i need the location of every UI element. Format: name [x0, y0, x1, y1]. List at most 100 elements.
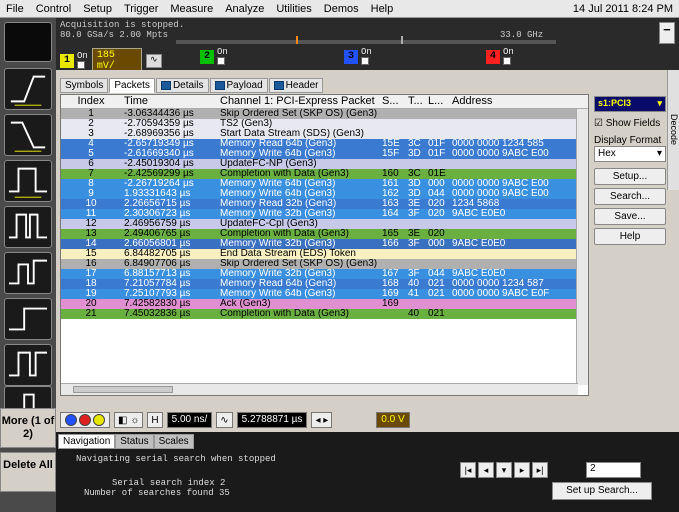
show-fields-checkbox[interactable]: ☑ Show Fields	[594, 118, 674, 129]
trigger-level-field[interactable]: 0.0 V	[376, 412, 410, 428]
save-button[interactable]: Save...	[594, 208, 666, 225]
edge-trigger-button[interactable]	[4, 68, 52, 110]
tab-status[interactable]: Status	[115, 434, 154, 449]
table-row[interactable]: 20 7.42582830 µs Ack (Gen3) 169	[61, 299, 588, 309]
channel-on[interactable]: On	[217, 48, 228, 66]
prev-icon[interactable]: ◂	[478, 462, 494, 478]
channel-on[interactable]: On	[361, 48, 372, 66]
table-row[interactable]: 13 2.49406765 µs Completion with Data (Gen…	[61, 229, 588, 239]
tab-payload[interactable]: Payload	[209, 78, 268, 93]
table-row[interactable]: 6 -2.45019304 µs UpdateFC-NP (Gen3)	[61, 159, 588, 169]
vertical-scrollbar[interactable]	[576, 109, 588, 385]
falling-edge-button[interactable]	[4, 114, 52, 156]
table-cell: 2.30306723 µs	[124, 209, 191, 219]
table-row[interactable]: 11 2.30306723 µs Memory Write 32b (Gen3) 16…	[61, 209, 588, 219]
position-field[interactable]: 5.2788871 µs	[236, 412, 308, 428]
decode-select[interactable]: s1:PCI3 ▾	[594, 96, 666, 112]
display-button[interactable]	[4, 22, 52, 62]
coupling-icon[interactable]: ∿	[145, 54, 162, 68]
tab-packets[interactable]: Packets	[109, 78, 155, 93]
tab-symbols[interactable]: Symbols	[60, 78, 109, 93]
down-icon[interactable]: ▾	[496, 462, 512, 478]
search-index-input[interactable]: 2	[586, 462, 641, 478]
table-row[interactable]: 3 -2.68969356 µs Start Data Stream (SDS) (…	[61, 129, 588, 139]
table-row[interactable]: 7 -2.42569299 µs Completion with Data (Gen…	[61, 169, 588, 179]
table-cell: -2.68969356 µs	[124, 129, 194, 139]
runt-button[interactable]	[4, 252, 52, 294]
column-header[interactable]: L...	[425, 95, 449, 108]
table-cell	[425, 119, 449, 129]
run-stop-controls[interactable]	[60, 412, 110, 428]
menu-item[interactable]: Measure	[164, 3, 219, 15]
setup-button[interactable]: Setup...	[594, 168, 666, 185]
pulse-width-button[interactable]	[4, 160, 52, 202]
format-select[interactable]: Hex ▾	[594, 146, 666, 162]
setup-hold-button[interactable]	[4, 298, 52, 340]
table-cell: 1	[88, 109, 94, 119]
table-row[interactable]: 1 -3.06344436 µs Skip Ordered Set (SKP OS)…	[61, 109, 588, 119]
menu-item[interactable]: Demos	[318, 3, 365, 15]
column-header[interactable]: Time	[121, 95, 217, 108]
setup-search-button[interactable]: Set up Search...	[552, 482, 652, 500]
transition-button[interactable]	[4, 344, 52, 386]
channel-on[interactable]: On	[503, 48, 514, 66]
last-icon[interactable]: ▸|	[532, 462, 548, 478]
table-row[interactable]: 2 -2.70594359 µs TS2 (Gen3)	[61, 119, 588, 129]
column-header[interactable]: Address	[449, 95, 569, 108]
table-row[interactable]: 10 2.26656715 µs Memory Read 32b (Gen3) 163…	[61, 199, 588, 209]
next-icon[interactable]: ▸	[514, 462, 530, 478]
timeline-ruler[interactable]	[176, 40, 556, 44]
table-row[interactable]: 17 6.88157713 µs Memory Write 32b (Gen3) 16…	[61, 269, 588, 279]
table-row[interactable]: 14 2.66056801 µs Memory Write 32b (Gen3) 16…	[61, 239, 588, 249]
tab-navigation[interactable]: Navigation	[58, 434, 116, 449]
display-mode-controls[interactable]: ◧ ☼	[114, 412, 144, 428]
table-cell: Memory Write 32b (Gen3)	[220, 209, 336, 219]
column-header[interactable]: S...	[379, 95, 405, 108]
timebase-field[interactable]: 5.00 ns/	[166, 412, 213, 428]
table-cell: 9ABC E0E0	[452, 209, 506, 219]
table-row[interactable]: 18 7.21057784 µs Memory Read 64b (Gen3) 168…	[61, 279, 588, 289]
table-row[interactable]: 19 7.25107793 µs Memory Write 64b (Gen3) 16…	[61, 289, 588, 299]
horizontal-scrollbar[interactable]	[61, 383, 578, 395]
table-row[interactable]: 9 1.93331643 µs Memory Write 64b (Gen3) 162…	[61, 189, 588, 199]
menu-item[interactable]: File	[0, 3, 30, 15]
minimize-button[interactable]: −	[659, 22, 675, 44]
menu-item[interactable]: Analyze	[219, 3, 270, 15]
delete-all-button[interactable]: Delete All	[0, 452, 56, 492]
column-header[interactable]: T...	[405, 95, 425, 108]
table-row[interactable]: 21 7.45032836 µs Completion with Data (Gen…	[61, 309, 588, 319]
table-cell: 8	[88, 179, 94, 189]
tab-details[interactable]: Details	[155, 78, 209, 93]
tab-header[interactable]: Header	[268, 78, 324, 93]
menu-item[interactable]: Control	[30, 3, 77, 15]
table-cell	[405, 109, 425, 119]
table-row[interactable]: 4 -2.65719349 µs Memory Read 64b (Gen3) 15E…	[61, 139, 588, 149]
channel-on[interactable]: On	[77, 51, 88, 70]
decode-side-tab[interactable]: Decode	[667, 70, 679, 190]
table-cell: 17	[85, 269, 97, 279]
search-button[interactable]: Search...	[594, 188, 666, 205]
column-header[interactable]: Channel 1: PCI-Express Packet	[217, 95, 379, 108]
table-cell: 163	[382, 199, 399, 209]
table-row[interactable]: 15 6.84482705 µs End Data Stream (EDS) Tok…	[61, 249, 588, 259]
table-cell: Memory Write 32b (Gen3)	[220, 269, 336, 279]
column-header[interactable]: Index	[61, 95, 121, 108]
table-row[interactable]: 8 -2.26719264 µs Memory Write 64b (Gen3) 16…	[61, 179, 588, 189]
table-row[interactable]: 16 6.84907706 µs Skip Ordered Set (SKP OS)…	[61, 259, 588, 269]
table-cell	[379, 159, 405, 169]
menu-item[interactable]: Help	[365, 3, 400, 15]
nav-arrows[interactable]: ◂ ▸	[311, 412, 333, 428]
first-icon[interactable]: |◂	[460, 462, 476, 478]
channel-3[interactable]: 3 On	[344, 48, 372, 66]
menu-item[interactable]: Utilities	[270, 3, 317, 15]
menu-item[interactable]: Setup	[77, 3, 118, 15]
channel-4[interactable]: 4 On	[486, 48, 514, 66]
channel-2[interactable]: 2 On	[200, 48, 228, 66]
menu-item[interactable]: Trigger	[118, 3, 164, 15]
table-row[interactable]: 12 2.46956759 µs UpdateFC-Cpl (Gen3)	[61, 219, 588, 229]
help-button[interactable]: Help	[594, 228, 666, 245]
tab-scales[interactable]: Scales	[153, 434, 194, 449]
table-row[interactable]: 5 -2.61669340 µs Memory Write 64b (Gen3) 15…	[61, 149, 588, 159]
more-button[interactable]: More (1 of 2)	[0, 408, 56, 448]
glitch-button[interactable]	[4, 206, 52, 248]
